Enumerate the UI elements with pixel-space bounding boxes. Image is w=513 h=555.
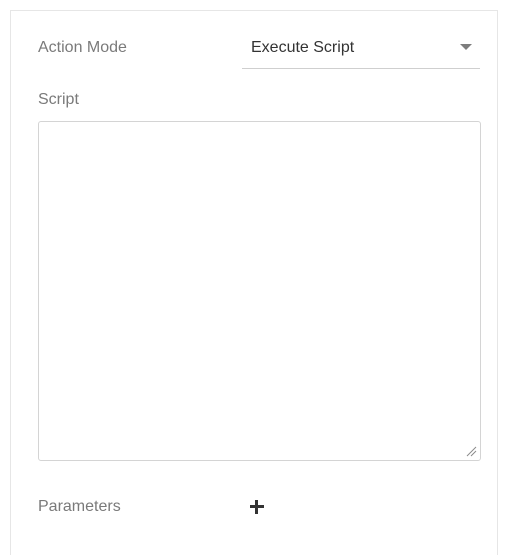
- chevron-down-icon[interactable]: [460, 44, 472, 50]
- add-parameter-button[interactable]: [247, 497, 267, 517]
- parameters-label: Parameters: [38, 498, 121, 515]
- action-mode-label: Action Mode: [38, 39, 127, 56]
- action-settings-panel: Action Mode Execute Script Script Parame…: [10, 10, 498, 555]
- action-mode-dropdown[interactable]: Execute Script: [242, 37, 480, 69]
- resize-grip-icon[interactable]: [465, 445, 477, 457]
- script-textarea[interactable]: [38, 121, 481, 461]
- action-mode-selected-value: Execute Script: [251, 39, 355, 56]
- script-label: Script: [38, 91, 79, 108]
